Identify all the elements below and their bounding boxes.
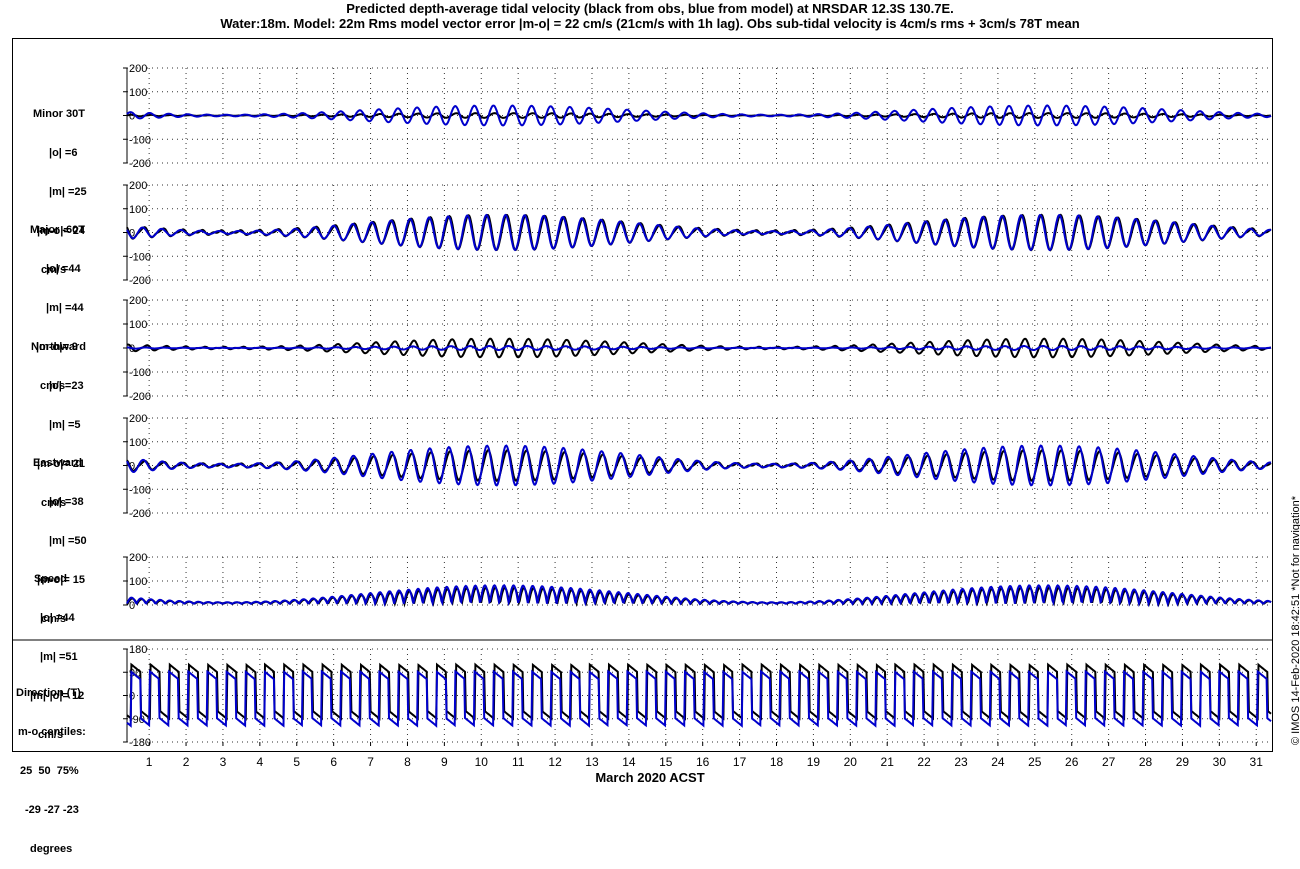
x-tick-label: 13 [585,755,599,769]
panel-label-line: |o| =44 [40,612,75,624]
x-tick-label: 20 [844,755,858,769]
x-tick-label: 2 [183,755,190,769]
x-tick-label: 11 [512,755,525,769]
model-series-line [126,213,1272,252]
y-tick-label: 200 [129,180,147,192]
panel-label-line: Direction (T) [16,687,81,699]
y-tick-label: -100 [129,251,151,263]
x-tick-label: 7 [367,755,374,769]
y-tick-label: 100 [129,576,147,588]
x-tick-label: 14 [622,755,636,769]
x-axis-title: March 2020 ACST [595,770,705,785]
obs-series-line [126,448,1272,482]
panel-label-line: |o| =6 [49,147,78,159]
x-tick-label: 29 [1176,755,1190,769]
x-tick-label: 9 [441,755,448,769]
model-series-line [126,584,1272,608]
y-tick-label: 200 [129,552,147,564]
panel-label-line: Speed [34,573,68,585]
x-tick-label: 6 [330,755,337,769]
panel-label-line: -29 -27 -23 [25,804,79,816]
y-tick-label: -180 [129,737,151,749]
model-series-line [126,104,1272,127]
x-tick-label: 5 [293,755,300,769]
y-tick-label: 200 [129,63,147,75]
x-tick-label: 4 [257,755,264,769]
x-tick-label: 17 [733,755,747,769]
x-tick-label: 23 [954,755,968,769]
x-tick-label: 31 [1250,755,1264,769]
y-tick-label: 100 [129,319,147,331]
x-tick-label: 12 [548,755,562,769]
model-series-line [126,344,1272,352]
model-series-line [126,444,1272,487]
y-tick-label: 180 [129,644,147,656]
x-tick-label: 15 [659,755,673,769]
y-tick-label: 100 [129,87,147,99]
y-tick-label: 200 [129,413,147,425]
panel-label-line: degrees [30,843,73,855]
y-tick-label: -200 [129,158,151,170]
tidal-velocity-chart: 2001000-100-2002001000-100-2002001000-10… [13,63,1272,769]
x-tick-label: 25 [1028,755,1042,769]
y-tick-label: 100 [129,437,147,449]
panel-label-line: |o| =38 [49,496,84,508]
x-tick-label: 8 [404,755,411,769]
x-tick-label: 27 [1102,755,1116,769]
panel-label-line: Eastward [33,457,82,469]
y-tick-label: -200 [129,508,151,520]
x-tick-label: 22 [917,755,931,769]
y-tick-label: 100 [129,204,147,216]
y-tick-label: 200 [129,295,147,307]
x-tick-label: 16 [696,755,710,769]
x-tick-label: 30 [1213,755,1227,769]
y-tick-label: -200 [129,275,151,287]
y-tick-label: -100 [129,134,151,146]
model-direction-line [126,669,1272,728]
panel-label-line: |o| =23 [49,380,84,392]
obs-direction-line [126,662,1272,721]
x-tick-label: 26 [1065,755,1079,769]
credit-note: © IMOS 14-Feb-2020 18:42:51 *Not for nav… [1290,495,1300,745]
panel-label-direction: Direction (T) m-o centiles: 25 50 75% -2… [16,661,86,869]
x-tick-label: 24 [991,755,1005,769]
y-tick-label: -100 [129,367,151,379]
panel-label-line: Minor 30T [33,108,85,120]
panel-label-line: m-o centiles: [18,726,86,738]
panel-label-line: |o| =44 [46,263,81,275]
x-tick-label: 19 [807,755,821,769]
x-tick-label: 28 [1139,755,1153,769]
y-tick-label: -100 [129,484,151,496]
x-tick-label: 10 [475,755,489,769]
x-tick-label: 18 [770,755,784,769]
x-tick-label: 3 [220,755,227,769]
x-tick-label: 21 [881,755,895,769]
y-tick-label: -200 [129,391,151,403]
x-tick-label: 1 [146,755,153,769]
panel-label-line: Northward [31,341,86,353]
panel-label-line: |m| =44 [46,302,84,314]
panel-label-line: Major -60T [30,224,86,236]
